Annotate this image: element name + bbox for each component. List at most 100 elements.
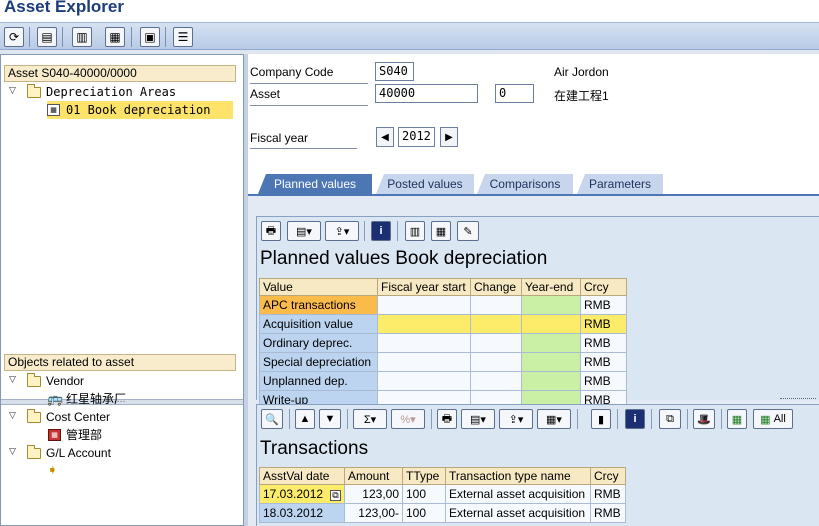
table-icon: ▦ bbox=[47, 104, 60, 116]
table-row[interactable]: Acquisition value RMB bbox=[259, 314, 627, 334]
column-header[interactable]: Crcy bbox=[590, 467, 626, 485]
value-help-icon[interactable]: ⧉ bbox=[330, 490, 341, 501]
refresh-icon[interactable]: ⟳ bbox=[4, 27, 24, 47]
print-icon[interactable]: 🖶 bbox=[437, 409, 457, 429]
value-cell[interactable]: Ordinary deprec. bbox=[259, 333, 378, 353]
amount-cell[interactable]: 123,00- bbox=[344, 503, 403, 523]
company-code-field[interactable]: S040 bbox=[375, 62, 414, 81]
layout-dropdown-icon[interactable]: ▦▾ bbox=[537, 409, 571, 429]
column-header[interactable]: Value bbox=[259, 278, 378, 296]
calculator-icon[interactable]: ▦ bbox=[431, 221, 451, 241]
view-dropdown-icon[interactable]: ▤▾ bbox=[461, 409, 495, 429]
fiscal-year-start-cell[interactable] bbox=[377, 333, 471, 353]
table-row[interactable]: APC transactions RMB bbox=[259, 295, 627, 315]
list-icon[interactable]: ☰ bbox=[173, 27, 193, 47]
asset-number-field[interactable]: 40000 bbox=[375, 84, 478, 103]
grid-splitter-handle[interactable] bbox=[780, 398, 816, 402]
tree-node-cost-center-item[interactable]: ▦ 管理部 bbox=[47, 426, 237, 444]
ttype-cell[interactable]: 100 bbox=[402, 503, 446, 523]
view-dropdown-icon[interactable]: ▤▾ bbox=[287, 221, 321, 241]
sort-ascending-icon[interactable]: ▲ bbox=[295, 409, 315, 429]
fiscal-year-start-cell[interactable] bbox=[377, 314, 471, 334]
year-end-cell[interactable] bbox=[521, 314, 581, 334]
tree-node-gl-account-item[interactable]: ➧ bbox=[47, 462, 237, 480]
subtotal-dropdown-icon[interactable]: %▾ bbox=[391, 409, 425, 429]
column-header[interactable]: Change bbox=[470, 278, 522, 296]
value-cell[interactable]: Unplanned dep. bbox=[259, 371, 378, 391]
tree-node-vendor[interactable]: ▽ Vendor bbox=[9, 372, 239, 390]
year-end-cell[interactable] bbox=[521, 371, 581, 391]
print-icon[interactable]: 🖶 bbox=[261, 221, 281, 241]
change-cell[interactable] bbox=[470, 295, 522, 315]
value-cell[interactable]: Special depreciation bbox=[259, 352, 378, 372]
tab-comparisons[interactable]: Comparisons bbox=[477, 174, 573, 194]
save-layout-icon[interactable]: ▤ bbox=[37, 27, 57, 47]
table-row[interactable]: 17.03.2012 ⧉ 123,00 100 External asset ac… bbox=[259, 484, 626, 504]
next-year-icon[interactable]: ▶ bbox=[440, 127, 458, 147]
tab-posted-values[interactable]: Posted values bbox=[376, 174, 474, 194]
column-header[interactable]: Crcy bbox=[580, 278, 627, 296]
fiscal-year-start-cell[interactable] bbox=[377, 295, 471, 315]
expand-triangle-icon[interactable]: ▽ bbox=[9, 411, 19, 421]
tree-node-cost-center[interactable]: ▽ Cost Center bbox=[9, 408, 239, 426]
info-icon[interactable]: i bbox=[371, 221, 391, 241]
simulate-icon[interactable]: ✎ bbox=[457, 221, 479, 241]
tree-node-vendor-item[interactable]: 🚌 红星轴承厂 bbox=[47, 390, 237, 408]
all-button[interactable]: ▦ All bbox=[753, 409, 793, 429]
fiscal-year-start-cell[interactable] bbox=[377, 352, 471, 372]
tree-node-depreciation-areas[interactable]: ▽ Depreciation Areas bbox=[9, 83, 239, 101]
year-end-cell[interactable] bbox=[521, 333, 581, 353]
column-header[interactable]: Year-end bbox=[521, 278, 581, 296]
value-cell[interactable]: Acquisition value bbox=[259, 314, 378, 334]
export-dropdown-icon[interactable]: ⇪▾ bbox=[325, 221, 359, 241]
value-cell[interactable]: APC transactions bbox=[259, 295, 378, 315]
planned-values-table: Value Fiscal year start Change Year-end … bbox=[259, 278, 627, 410]
amount-cell[interactable]: 123,00 bbox=[344, 484, 403, 504]
change-cell[interactable] bbox=[470, 314, 522, 334]
change-cell[interactable] bbox=[470, 352, 522, 372]
hat-icon[interactable]: 🎩 bbox=[693, 409, 715, 429]
table-row[interactable]: 18.03.2012 123,00- 100 External asset ac… bbox=[259, 503, 626, 523]
fiscal-year-field[interactable]: 2012 bbox=[398, 127, 435, 147]
application-toolbar: ⟳ ▤ ▥ ▦ ▣ ☰ bbox=[0, 22, 819, 50]
transaction-name-cell[interactable]: External asset acquisition bbox=[445, 484, 591, 504]
year-end-cell[interactable] bbox=[521, 295, 581, 315]
column-header[interactable]: Fiscal year start bbox=[377, 278, 471, 296]
year-end-cell[interactable] bbox=[521, 352, 581, 372]
previous-year-icon[interactable]: ◀ bbox=[376, 127, 394, 147]
asset-subnumber-field[interactable]: 0 bbox=[495, 84, 534, 103]
expand-triangle-icon[interactable]: ▽ bbox=[9, 86, 19, 96]
column-header[interactable]: Transaction type name bbox=[445, 467, 591, 485]
column-header[interactable]: Amount bbox=[344, 467, 403, 485]
info-icon[interactable]: i bbox=[625, 409, 645, 429]
details-icon[interactable]: 🔍 bbox=[261, 409, 283, 429]
overview-icon[interactable]: ▦ bbox=[105, 27, 125, 47]
graphic-icon[interactable]: ▮ bbox=[591, 409, 611, 429]
fiscal-year-start-cell[interactable] bbox=[377, 371, 471, 391]
tab-planned-values[interactable]: Planned values bbox=[258, 174, 372, 194]
tree-node-book-depreciation[interactable]: ▦ 01 Book depreciation bbox=[47, 101, 233, 119]
table-row[interactable]: Unplanned dep. RMB bbox=[259, 371, 627, 391]
barcode-icon[interactable]: ▥ bbox=[72, 27, 92, 47]
expand-triangle-icon[interactable]: ▽ bbox=[9, 375, 19, 385]
column-header[interactable]: TType bbox=[402, 467, 446, 485]
change-cell[interactable] bbox=[470, 371, 522, 391]
copy-icon[interactable]: ⧉ bbox=[659, 409, 681, 429]
table-row[interactable]: Ordinary deprec. RMB bbox=[259, 333, 627, 353]
export-dropdown-icon[interactable]: ⇪▾ bbox=[499, 409, 533, 429]
change-cell[interactable] bbox=[470, 333, 522, 353]
display-icon[interactable]: ▣ bbox=[140, 27, 160, 47]
date-cell[interactable]: 17.03.2012 ⧉ bbox=[259, 484, 345, 504]
expand-icon[interactable]: ▦ bbox=[727, 409, 747, 429]
expand-triangle-icon[interactable]: ▽ bbox=[9, 447, 19, 457]
document-icon[interactable]: ▥ bbox=[405, 221, 425, 241]
tab-parameters[interactable]: Parameters bbox=[577, 174, 663, 194]
sum-dropdown-icon[interactable]: Σ▾ bbox=[353, 409, 387, 429]
transaction-name-cell[interactable]: External asset acquisition bbox=[445, 503, 591, 523]
tree-node-gl-account[interactable]: ▽ G/L Account bbox=[9, 444, 239, 462]
date-cell[interactable]: 18.03.2012 bbox=[259, 503, 345, 523]
column-header[interactable]: AsstVal date bbox=[259, 467, 345, 485]
filter-icon[interactable]: ▼ bbox=[319, 409, 341, 429]
ttype-cell[interactable]: 100 bbox=[402, 484, 446, 504]
table-row[interactable]: Special depreciation RMB bbox=[259, 352, 627, 372]
